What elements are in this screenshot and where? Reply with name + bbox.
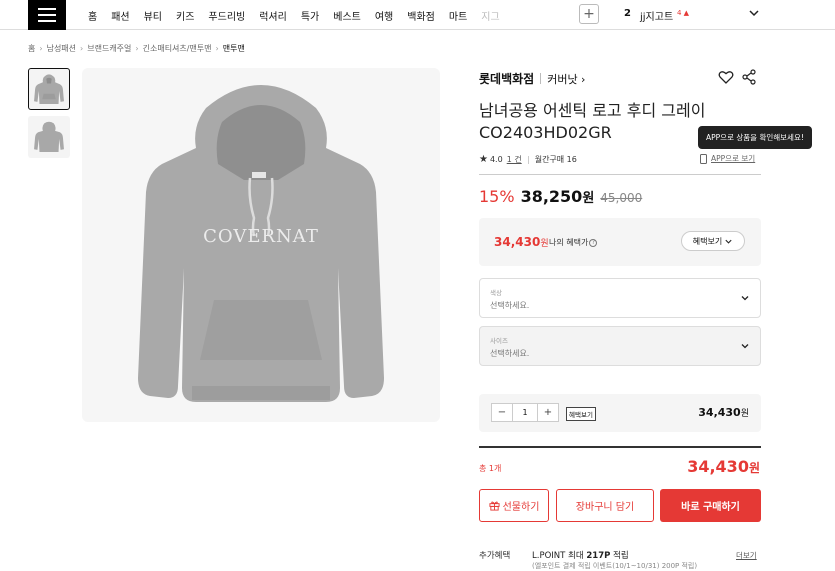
category-nav: 홈 패션 뷰티 키즈 푸드리빙 럭셔리 특가 베스트 여행 백화점 마트 지그 xyxy=(82,0,508,30)
hoodie-front-thumbnail-image xyxy=(34,74,64,104)
brand-row: 롯데백화점 커버낫 › xyxy=(479,70,585,87)
section-divider xyxy=(479,174,761,175)
brand-divider xyxy=(540,73,542,84)
product-title: 남녀공용 어센틱 로고 후디 그레이 CO2403HD02GR xyxy=(479,101,706,142)
product-thumbnail-front[interactable] xyxy=(28,68,70,110)
star-icon: ★ xyxy=(479,154,488,165)
nav-item-home[interactable]: 홈 xyxy=(88,8,97,23)
product-main-image[interactable]: COVERNAT xyxy=(82,68,440,422)
breadcrumb: 홈 › 남성패션 › 브랜드캐주얼 › 긴소매티셔츠/맨투맨 › 맨투맨 xyxy=(28,43,245,54)
app-view-link[interactable]: APP으로 보기 xyxy=(700,153,755,164)
size-select-label: 사이즈 xyxy=(490,337,508,345)
review-count-link[interactable]: 1 건 xyxy=(507,154,522,165)
nav-item-travel[interactable]: 여행 xyxy=(375,8,393,23)
gift-label: 선물하기 xyxy=(502,502,540,513)
chevron-down-icon[interactable] xyxy=(747,6,761,20)
color-select[interactable]: 색상 선택하세요. xyxy=(479,278,761,318)
nav-item-beauty[interactable]: 뷰티 xyxy=(144,8,162,23)
size-select[interactable]: 사이즈 선택하세요. xyxy=(479,326,761,366)
breadcrumb-separator-icon: › xyxy=(215,44,219,53)
nav-item-luxury[interactable]: 럭셔리 xyxy=(259,8,287,23)
breadcrumb-item-current[interactable]: 맨투맨 xyxy=(223,43,245,54)
rating-row: ★ 4.0 1 건 월간구매 16 xyxy=(479,154,577,165)
quantity-stepper: − 1 + xyxy=(491,403,559,422)
total-divider xyxy=(479,446,761,448)
nav-item-best[interactable]: 베스트 xyxy=(333,8,361,23)
total-price: 34,430원 xyxy=(687,457,760,476)
lpoint-benefit-detail: (엘포인트 결제 적립 이벤트(10/1~10/31) 200P 적립) xyxy=(532,562,698,570)
trending-rank-number: 2 xyxy=(624,8,631,19)
product-thumbnail-back[interactable] xyxy=(28,116,70,158)
more-link[interactable]: 더보기 xyxy=(736,550,757,561)
breadcrumb-item[interactable]: 브랜드캐주얼 xyxy=(87,43,131,54)
breadcrumb-item[interactable]: 남성패션 xyxy=(47,43,76,54)
chevron-down-icon xyxy=(741,296,749,301)
color-select-value: 선택하세요. xyxy=(490,301,530,310)
nav-item-department-store[interactable]: 백화점 xyxy=(407,8,435,23)
top-navigation-bar: 홈 패션 뷰티 키즈 푸드리빙 럭셔리 특가 베스트 여행 백화점 마트 지그 … xyxy=(0,0,835,30)
nav-item-deals[interactable]: 특가 xyxy=(301,8,319,23)
quantity-value[interactable]: 1 xyxy=(512,404,538,421)
sale-price: 38,250 xyxy=(520,187,583,206)
benefit-label: 나의 혜택가? xyxy=(549,237,598,248)
quantity-benefit-tag[interactable]: 혜택보기 xyxy=(566,407,596,421)
discount-rate: 15% xyxy=(479,187,515,206)
benefit-view-label: 혜택보기 xyxy=(692,236,723,246)
share-icon[interactable] xyxy=(742,69,756,85)
app-tooltip: APP으로 상품을 확인해보세요! xyxy=(698,126,812,149)
breadcrumb-separator-icon: › xyxy=(135,44,139,53)
heart-icon[interactable] xyxy=(718,69,734,85)
nav-item-food-living[interactable]: 푸드리빙 xyxy=(208,8,245,23)
quantity-increase-button[interactable]: + xyxy=(538,404,558,421)
gift-icon xyxy=(489,501,500,511)
nav-item-mart[interactable]: 마트 xyxy=(449,8,467,23)
add-to-cart-button[interactable]: 장바구니 담기 xyxy=(556,489,654,522)
original-price: 45,000 xyxy=(600,191,643,205)
quantity-price: 34,430원 xyxy=(698,406,749,419)
benefit-view-button[interactable]: 혜택보기 xyxy=(681,231,745,251)
app-view-label: APP으로 보기 xyxy=(711,154,756,163)
nav-item-more[interactable]: 지그 xyxy=(481,8,499,23)
nav-item-fashion[interactable]: 패션 xyxy=(111,8,129,23)
trending-keyword[interactable]: jj지고트 xyxy=(640,8,673,23)
breadcrumb-item[interactable]: 긴소매티셔츠/맨투맨 xyxy=(143,43,212,54)
chevron-down-icon xyxy=(741,344,749,349)
info-icon[interactable]: ? xyxy=(589,238,598,247)
breadcrumb-separator-icon: › xyxy=(39,44,43,53)
price-row: 15% 38,250 원 45,000 xyxy=(479,187,642,206)
hoodie-back-thumbnail-image xyxy=(34,121,64,152)
quantity-panel: − 1 + 혜택보기 34,430원 xyxy=(479,394,761,432)
benefit-price-panel: 34,430원 나의 혜택가? 혜택보기 xyxy=(479,218,761,266)
price-currency: 원 xyxy=(582,191,595,206)
lpoint-benefit: L.POINT 최대 217P 적립 xyxy=(532,551,629,561)
rating-divider xyxy=(527,155,529,164)
nav-expand-button[interactable]: + xyxy=(579,4,599,24)
buy-now-button[interactable]: 바로 구매하기 xyxy=(660,489,761,522)
nav-item-kids[interactable]: 키즈 xyxy=(176,8,194,23)
hoodie-illustration: COVERNAT xyxy=(138,85,384,402)
rating-value: 4.0 xyxy=(489,155,503,164)
brand-link[interactable]: 커버낫 › xyxy=(547,71,585,87)
monthly-sales: 월간구매 16 xyxy=(534,155,577,164)
size-select-value: 선택하세요. xyxy=(490,349,530,358)
quantity-decrease-button[interactable]: − xyxy=(492,404,512,421)
trending-rank-change: 4 ▲ xyxy=(677,9,690,17)
benefit-price: 34,430원 xyxy=(494,235,549,249)
extra-benefit-label: 추가혜택 xyxy=(479,551,511,561)
chevron-down-icon xyxy=(725,239,732,244)
breadcrumb-item[interactable]: 홈 xyxy=(28,43,35,54)
phone-icon xyxy=(700,153,707,164)
color-select-label: 색상 xyxy=(490,289,502,297)
gift-button[interactable]: 선물하기 xyxy=(479,489,549,522)
hamburger-menu-icon[interactable] xyxy=(28,0,66,30)
breadcrumb-separator-icon: › xyxy=(80,44,84,53)
hoodie-logo-text: COVERNAT xyxy=(203,226,319,247)
store-name[interactable]: 롯데백화점 xyxy=(479,70,534,87)
total-count: 총 1개 xyxy=(479,464,502,473)
